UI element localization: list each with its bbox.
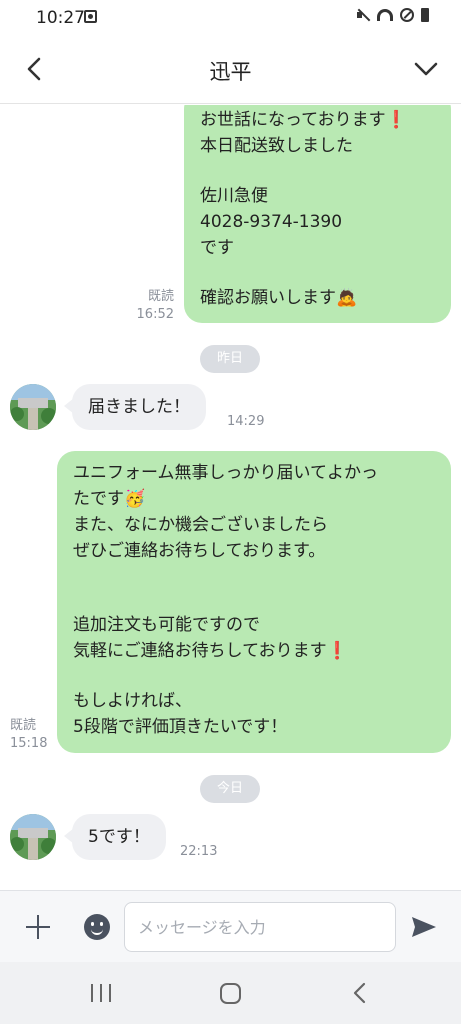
message-text: 届きました！ [88, 397, 190, 417]
back-icon[interactable] [350, 982, 370, 1004]
bubble-tail [64, 828, 74, 844]
system-nav-bar [0, 962, 461, 1024]
plus-icon[interactable] [26, 915, 50, 939]
status-time: 10:27 [36, 8, 85, 28]
message-line: ぜひご連絡お待ちしております。 [73, 541, 326, 561]
chat-title: 迅平 [209, 60, 252, 84]
incoming-message[interactable]: 届きました！ [64, 384, 206, 430]
mute-icon [356, 8, 370, 22]
system-icons [356, 8, 429, 22]
avatar[interactable] [10, 814, 56, 860]
message-meta: 既読 16:52 [120, 288, 174, 324]
date-separator: 昨日 [200, 345, 260, 373]
outgoing-message[interactable]: お世話になっております❗ 本日配送致しました 佐川急便 4028-9374-13… [184, 105, 451, 323]
message-list[interactable]: お世話になっております❗ 本日配送致しました 佐川急便 4028-9374-13… [0, 105, 461, 890]
chat-header: 迅平 [0, 36, 461, 104]
message-time: 14:29 [227, 414, 265, 429]
read-receipt: 既読 [147, 289, 174, 304]
message-line: また、なにか機会ございましたら [73, 515, 328, 535]
message-line: 本日配送致しました [200, 136, 353, 156]
read-receipt: 既読 [10, 718, 37, 733]
do-not-disturb-icon [400, 8, 414, 22]
chevron-down-icon[interactable] [413, 58, 439, 80]
bubble-tail [64, 398, 74, 414]
message-text: 5です！ [88, 827, 150, 847]
wifi-icon [377, 9, 393, 21]
message-meta: 既読 15:18 [10, 717, 54, 753]
message-line: 4028-9374-1390 [200, 212, 343, 232]
send-icon[interactable] [410, 915, 438, 939]
message-line: 追加注文も可能ですので [73, 615, 260, 635]
message-line: お世話になっております❗ [200, 110, 407, 130]
home-icon[interactable] [220, 983, 241, 1004]
message-line: 5段階で評価頂きたいです！ [73, 717, 288, 737]
message-line: ユニフォーム無事しっかり届いてよかっ [73, 463, 378, 483]
message-input-bar [0, 890, 461, 962]
message-line: です [200, 238, 234, 258]
avatar-image [10, 814, 56, 860]
message-line: もしよければ、 [73, 691, 192, 711]
incoming-message[interactable]: 5です！ [64, 814, 166, 860]
notification-icon [84, 10, 97, 23]
avatar-image [10, 384, 56, 430]
message-line: 気軽にご連絡お待ちしております❗ [73, 641, 348, 661]
message-input[interactable] [124, 902, 396, 952]
message-line: 確認お願いします🙇 [200, 288, 358, 308]
recents-icon[interactable] [90, 984, 112, 1002]
avatar[interactable] [10, 384, 56, 430]
battery-icon [421, 8, 429, 22]
outgoing-message[interactable]: ユニフォーム無事しっかり届いてよかっ たです🥳 また、なにか機会ございましたら … [57, 451, 451, 753]
message-line: たです🥳 [73, 489, 146, 509]
message-line: 佐川急便 [200, 186, 268, 206]
status-bar: 10:27 [0, 0, 461, 36]
date-separator: 今日 [200, 775, 260, 803]
message-time: 22:13 [180, 844, 218, 859]
message-time: 15:18 [10, 736, 48, 751]
emoji-icon[interactable] [84, 914, 110, 940]
message-time: 16:52 [136, 307, 174, 322]
